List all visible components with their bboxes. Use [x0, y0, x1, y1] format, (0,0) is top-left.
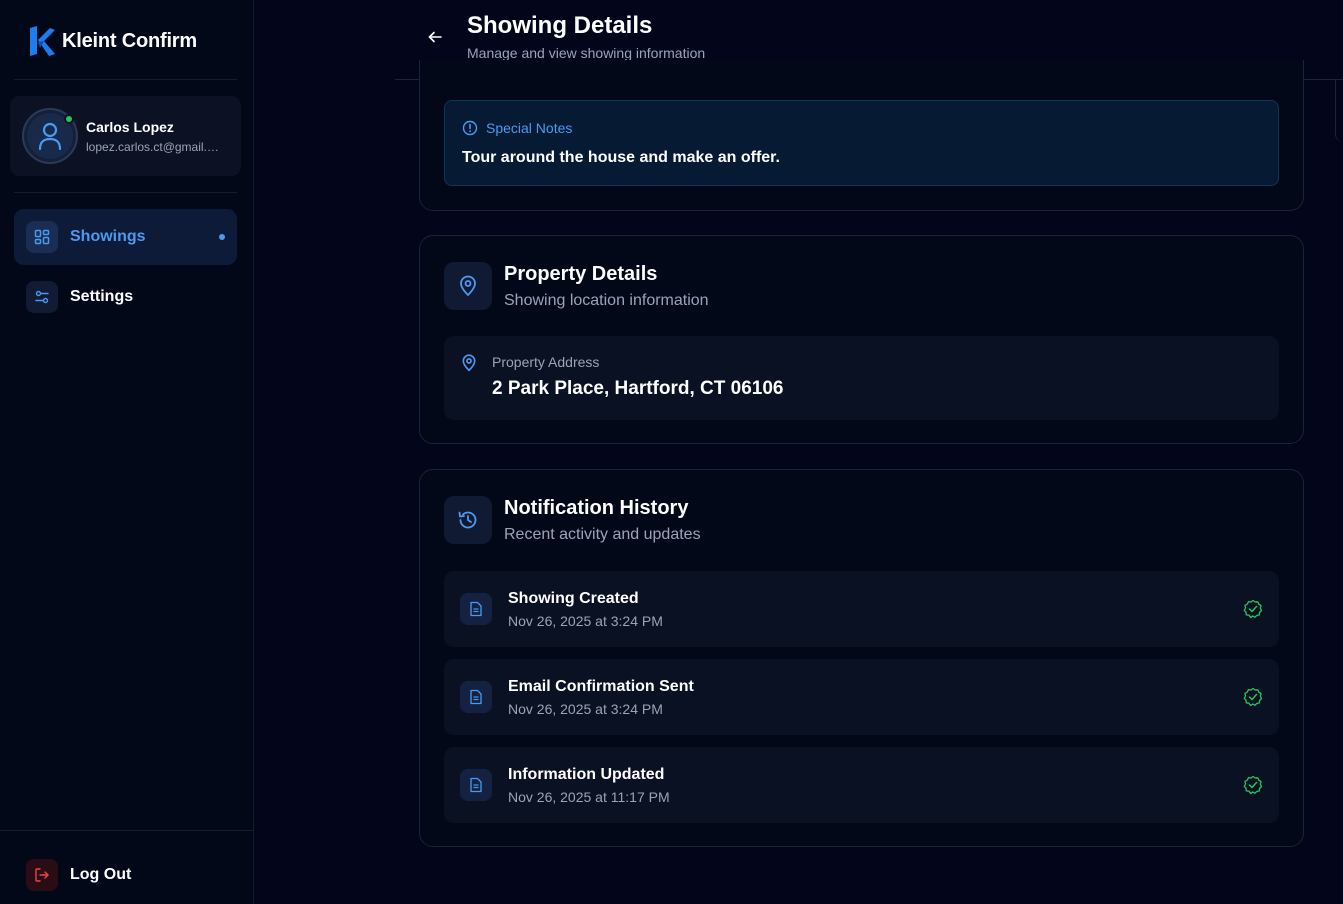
- sidebar-item-settings[interactable]: Settings: [14, 269, 237, 325]
- divider: [0, 830, 254, 831]
- divider: [14, 79, 237, 80]
- document-icon: [460, 593, 492, 625]
- brand[interactable]: Kleint Confirm: [28, 24, 197, 58]
- notification-time: Nov 26, 2025 at 3:24 PM: [508, 613, 663, 629]
- user-icon: [38, 122, 62, 151]
- avatar: [22, 108, 78, 164]
- history-icon: [458, 511, 477, 529]
- sidebar: Kleint Confirm Carlos Lopez lopez.carlos…: [0, 0, 254, 904]
- map-pin-icon: [462, 354, 476, 372]
- card-title: Property Details: [504, 263, 658, 285]
- info-icon: [462, 120, 478, 136]
- check-badge-icon: [1243, 687, 1263, 706]
- special-notes-text: Tour around the house and make an offer.: [462, 149, 780, 166]
- sidebar-item-showings[interactable]: Showings: [14, 209, 237, 265]
- address-label: Property Address: [492, 354, 600, 370]
- logout-label: Log Out: [70, 866, 132, 883]
- user-name: Carlos Lopez: [86, 118, 174, 135]
- special-notes: Special Notes Tour around the house and …: [444, 100, 1279, 186]
- logout-button[interactable]: Log Out: [26, 859, 131, 891]
- page-title: Showing Details: [467, 12, 653, 39]
- property-details-card: Property Details Showing location inform…: [419, 235, 1304, 444]
- active-indicator: [219, 234, 225, 240]
- check-badge-icon: [1243, 775, 1263, 794]
- divider: [14, 192, 237, 193]
- address-value: 2 Park Place, Hartford, CT 06106: [492, 378, 784, 399]
- user-card[interactable]: Carlos Lopez lopez.carlos.ct@gmail.com: [10, 96, 241, 176]
- sidebar-item-label: Showings: [70, 228, 146, 245]
- notification-title: Email Confirmation Sent: [508, 678, 694, 695]
- property-address: Property Address 2 Park Place, Hartford,…: [444, 336, 1279, 420]
- user-email: lopez.carlos.ct@gmail.com: [86, 139, 224, 154]
- notification-time: Nov 26, 2025 at 11:17 PM: [508, 789, 670, 805]
- online-status-indicator: [64, 114, 74, 124]
- sliders-icon: [26, 281, 58, 313]
- sidebar-item-label: Settings: [70, 288, 134, 305]
- kleint-logo-icon: [30, 26, 55, 56]
- notification-title: Showing Created: [508, 590, 639, 607]
- card-title: Notification History: [504, 497, 689, 519]
- arrow-left-icon: [428, 31, 442, 43]
- dashboard-grid-icon: [26, 221, 58, 253]
- brand-name: Kleint Confirm: [62, 29, 197, 52]
- notification-item[interactable]: Information Updated Nov 26, 2025 at 11:1…: [444, 747, 1279, 823]
- notification-time: Nov 26, 2025 at 3:24 PM: [508, 701, 663, 717]
- card-subtitle: Recent activity and updates: [504, 526, 701, 543]
- card-edge: [1335, 80, 1343, 142]
- map-pin-icon: [460, 275, 476, 296]
- page-subtitle: Manage and view showing information: [467, 45, 706, 61]
- notification-item[interactable]: Showing Created Nov 26, 2025 at 3:24 PM: [444, 571, 1279, 647]
- document-icon: [460, 769, 492, 801]
- document-icon: [460, 681, 492, 713]
- notification-item[interactable]: Email Confirmation Sent Nov 26, 2025 at …: [444, 659, 1279, 735]
- notification-history-card: Notification History Recent activity and…: [419, 469, 1304, 847]
- logout-icon: [26, 859, 58, 891]
- card-icon: [444, 262, 492, 310]
- card-subtitle: Showing location information: [504, 292, 709, 309]
- back-button[interactable]: [425, 27, 445, 47]
- special-notes-title: Special Notes: [486, 120, 573, 136]
- check-badge-icon: [1243, 599, 1263, 618]
- notification-title: Information Updated: [508, 766, 665, 783]
- card-icon: [444, 496, 492, 544]
